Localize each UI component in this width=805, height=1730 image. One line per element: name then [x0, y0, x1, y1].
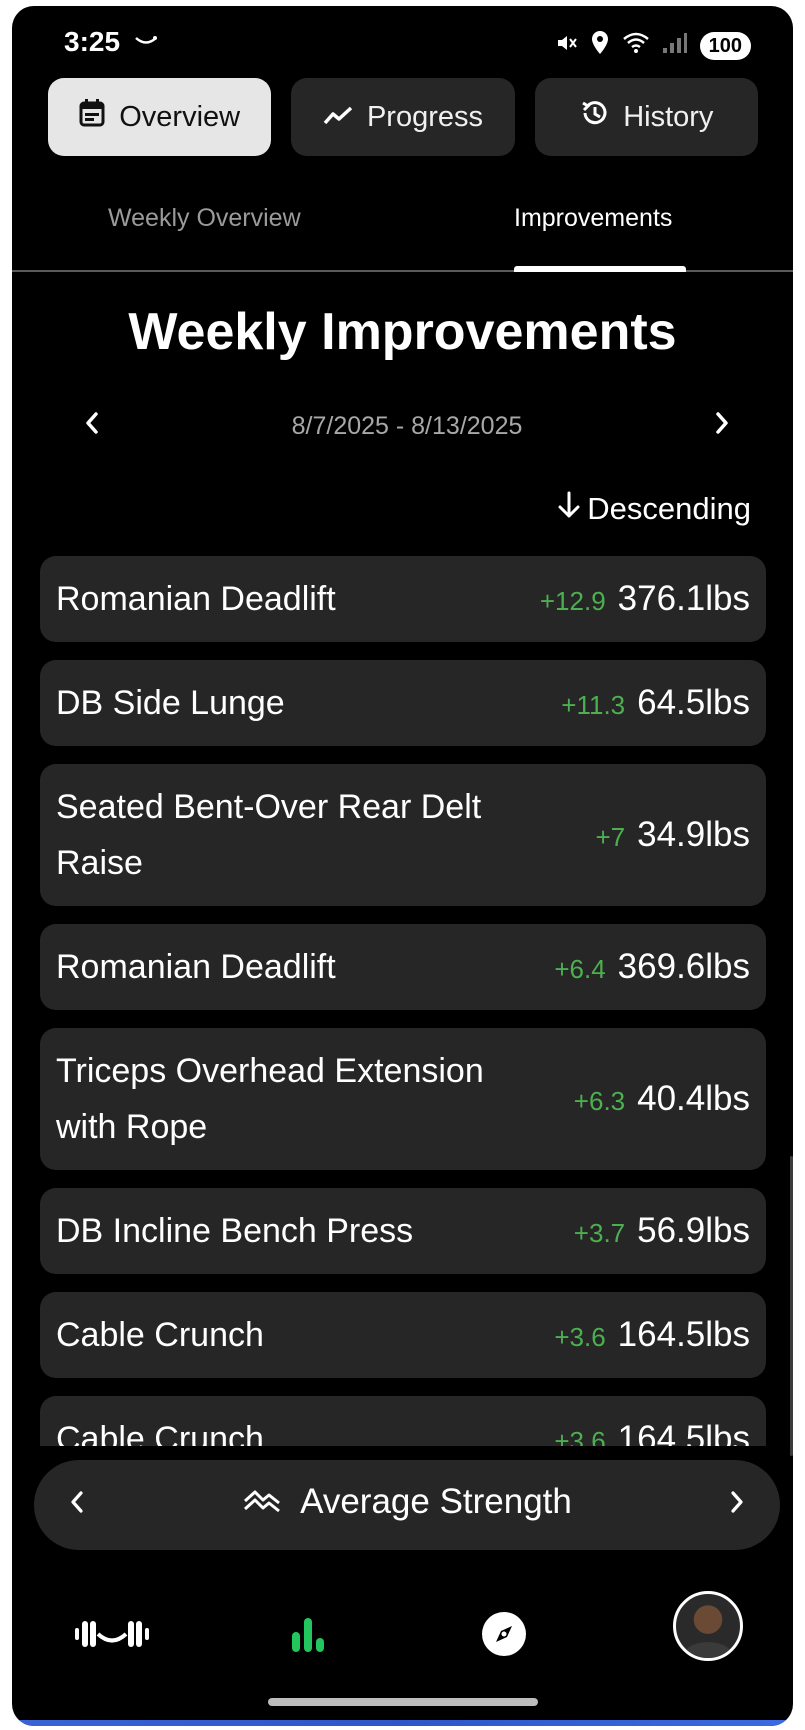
list-item[interactable]: Cable Crunch +3.6 164.5lbs: [40, 1292, 766, 1378]
tab-history-label: History: [623, 100, 714, 133]
improvement-delta: +3.6: [554, 1322, 606, 1352]
improvement-delta: +11.3: [561, 690, 626, 720]
exercise-name: Triceps Overhead Extension with Rope: [56, 1052, 484, 1146]
sort-label: Descending: [587, 491, 751, 526]
exercise-weight: 64.5lbs: [637, 683, 750, 722]
row-values: +11.3 64.5lbs: [561, 683, 750, 723]
battery-level: 100: [699, 31, 751, 60]
metric-current: Average Strength: [34, 1482, 780, 1522]
chevron-right-icon[interactable]: [728, 1490, 746, 1519]
history-icon: [579, 98, 609, 136]
status-bar: 3:25 100: [12, 6, 793, 86]
row-values: +6.3 40.4lbs: [574, 1079, 750, 1119]
exercise-weight: 164.5lbs: [617, 1419, 750, 1446]
home-indicator[interactable]: [268, 1698, 538, 1706]
scrollbar[interactable]: [790, 1156, 793, 1456]
sort-toggle[interactable]: Descending: [557, 490, 751, 528]
list-item[interactable]: Romanian Deadlift +12.9 376.1lbs: [40, 556, 766, 642]
improvement-delta: +3.6: [554, 1426, 606, 1446]
exercise-name: Cable Crunch: [56, 1316, 264, 1354]
improvement-delta: +6.4: [554, 954, 606, 984]
exercise-name: Cable Crunch: [56, 1420, 264, 1446]
row-values: +7 34.9lbs: [595, 815, 750, 855]
row-values: +3.7 56.9lbs: [574, 1211, 750, 1251]
location-icon: [590, 30, 610, 61]
list-item[interactable]: DB Incline Bench Press +3.7 56.9lbs: [40, 1188, 766, 1274]
view-switcher: Overview Progress History: [48, 78, 758, 156]
tab-overview[interactable]: Overview: [48, 78, 272, 156]
signal-icon: [662, 32, 688, 59]
tab-weekly-overview[interactable]: Weekly Overview: [108, 204, 301, 233]
wifi-icon: [622, 32, 650, 59]
improvement-delta: +7: [595, 822, 626, 852]
avatar-shoulders: [684, 1642, 732, 1658]
list-item[interactable]: Seated Bent-Over Rear Delt Raise +7 34.9…: [40, 764, 766, 906]
exercise-weight: 164.5lbs: [617, 1315, 750, 1354]
date-range: 8/7/2025 - 8/13/2025: [291, 412, 523, 440]
device-edge: [12, 1720, 793, 1726]
tab-history[interactable]: History: [534, 78, 758, 156]
strength-icon: [242, 1482, 282, 1522]
active-tab-indicator: [514, 266, 686, 272]
status-time: 3:25: [64, 26, 121, 57]
row-values: +12.9 376.1lbs: [540, 579, 750, 619]
list-item[interactable]: Triceps Overhead Extension with Rope +6.…: [40, 1028, 766, 1170]
list-item[interactable]: Romanian Deadlift +6.4 369.6lbs: [40, 924, 766, 1010]
nav-profile[interactable]: [668, 1591, 748, 1661]
exercise-name: DB Incline Bench Press: [56, 1212, 414, 1250]
list-item[interactable]: Cable Crunch +3.6 164.5lbs: [40, 1396, 766, 1446]
nav-stats[interactable]: [268, 1606, 348, 1666]
nav-explore[interactable]: [464, 1606, 544, 1666]
exercise-weight: 369.6lbs: [617, 947, 750, 986]
trend-icon: [323, 101, 353, 134]
avatar: [673, 1591, 743, 1661]
exercise-name: Romanian Deadlift: [56, 580, 336, 618]
list-item[interactable]: DB Side Lunge +11.3 64.5lbs: [40, 660, 766, 746]
metric-label: Average Strength: [300, 1482, 572, 1521]
calendar-icon: [79, 99, 105, 135]
improvement-delta: +6.3: [573, 1086, 626, 1116]
improvement-delta: +12.9: [539, 586, 606, 616]
bottom-nav: [12, 1591, 793, 1696]
improvements-list[interactable]: Romanian Deadlift +12.9 376.1lbs DB Side…: [40, 556, 766, 1446]
arrow-down-icon: [557, 490, 581, 528]
sub-tabs: Weekly Overview Improvements: [12, 174, 793, 272]
status-icons: 100: [554, 30, 751, 61]
smile-icon: [134, 34, 158, 52]
improvement-delta: +3.7: [573, 1218, 626, 1248]
metric-selector: Average Strength: [34, 1460, 780, 1550]
exercise-name: DB Side Lunge: [56, 684, 285, 722]
dumbbell-icon: [74, 1617, 150, 1656]
mute-icon: [554, 31, 578, 60]
tab-progress[interactable]: Progress: [291, 78, 515, 156]
row-values: +3.6 164.5lbs: [554, 1419, 750, 1446]
tab-overview-label: Overview: [119, 100, 241, 133]
date-navigator: 8/7/2025 - 8/13/2025: [72, 402, 742, 452]
exercise-name: Romanian Deadlift: [56, 948, 336, 986]
page-title: Weekly Improvements: [128, 303, 677, 361]
bar-chart-icon: [288, 1614, 328, 1659]
chevron-right-icon[interactable]: [712, 410, 732, 441]
nav-workout[interactable]: [72, 1606, 152, 1666]
row-values: +6.4 369.6lbs: [554, 947, 750, 987]
tab-progress-label: Progress: [366, 100, 484, 133]
exercise-weight: 56.9lbs: [637, 1211, 750, 1250]
compass-icon: [481, 1611, 527, 1662]
exercise-weight: 376.1lbs: [617, 579, 750, 618]
app-screen: 3:25 100 Overview Progress History Weekl…: [12, 6, 793, 1726]
tab-improvements[interactable]: Improvements: [514, 204, 672, 233]
exercise-name: Seated Bent-Over Rear Delt Raise: [56, 788, 482, 882]
exercise-weight: 40.4lbs: [637, 1079, 750, 1118]
exercise-weight: 34.9lbs: [637, 815, 750, 854]
row-values: +3.6 164.5lbs: [554, 1315, 750, 1355]
